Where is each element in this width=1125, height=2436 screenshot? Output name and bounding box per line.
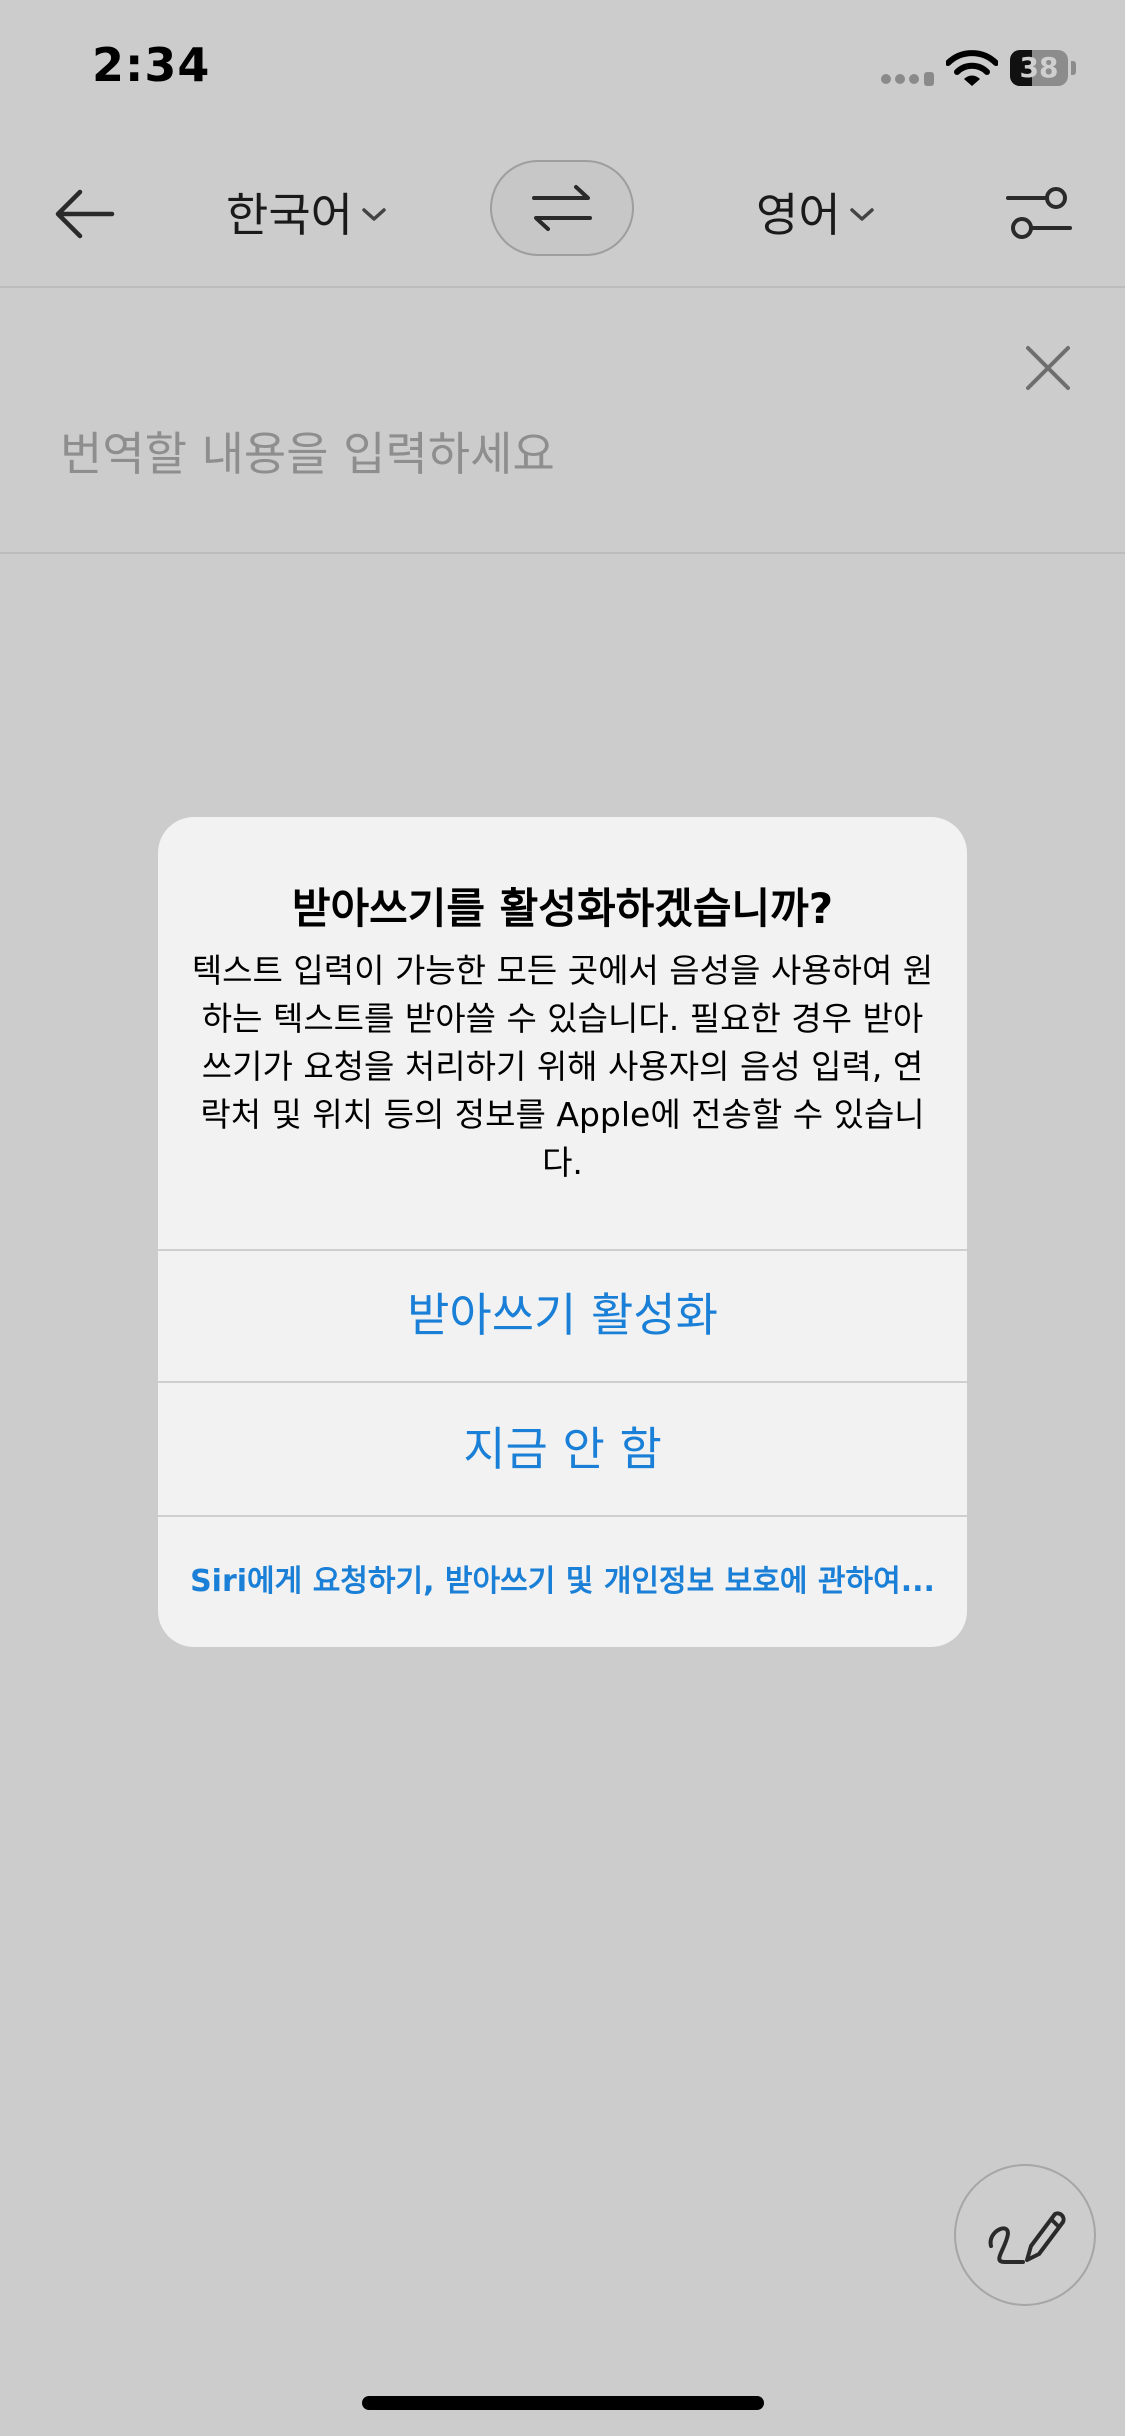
swap-languages-button[interactable]	[490, 160, 634, 256]
target-language-select[interactable]: 영어	[756, 170, 875, 254]
about-privacy-link[interactable]: Siri에게 요청하기, 받아쓰기 및 개인정보 보호에 관하여...	[158, 1517, 967, 1647]
chevron-down-icon	[362, 208, 386, 221]
wifi-icon	[946, 50, 998, 86]
cellular-signal-icon	[881, 72, 934, 86]
not-now-button[interactable]: 지금 안 함	[158, 1383, 967, 1515]
source-language-select[interactable]: 한국어	[226, 170, 387, 254]
input-placeholder[interactable]: 번역할 내용을 입력하세요	[60, 418, 555, 484]
handwriting-pen-icon	[988, 2211, 1066, 2264]
alert-message: 텍스트 입력이 가능한 모든 곳에서 음성을 사용하여 원하는 텍스트를 받아쓸…	[191, 951, 934, 1182]
input-divider	[0, 552, 1125, 554]
back-arrow-icon[interactable]	[44, 174, 124, 254]
settings-sliders-icon[interactable]	[1004, 180, 1074, 246]
translation-input-area[interactable]: 번역할 내용을 입력하세요	[0, 288, 1125, 552]
dictation-alert: 받아쓰기를 활성화하겠습니까? 텍스트 입력이 가능한 모든 곳에서 음성을 사…	[158, 817, 967, 1647]
swap-arrows-icon	[532, 185, 592, 231]
language-toolbar: 한국어 영어	[0, 140, 1125, 286]
battery-level: 38	[1019, 51, 1059, 84]
alert-title: 받아쓰기를 활성화하겠습니까?	[291, 884, 834, 933]
status-bar: 2:34 38	[0, 0, 1125, 140]
battery-icon: 38	[1010, 50, 1078, 88]
home-indicator[interactable]	[362, 2396, 764, 2410]
chevron-down-icon	[849, 208, 874, 221]
close-icon[interactable]	[1022, 342, 1074, 394]
source-language-label: 한국어	[226, 188, 353, 242]
handwriting-button[interactable]	[954, 2164, 1096, 2306]
target-language-label: 영어	[756, 188, 841, 242]
status-time: 2:34	[92, 38, 211, 92]
enable-dictation-button[interactable]: 받아쓰기 활성화	[158, 1249, 967, 1381]
